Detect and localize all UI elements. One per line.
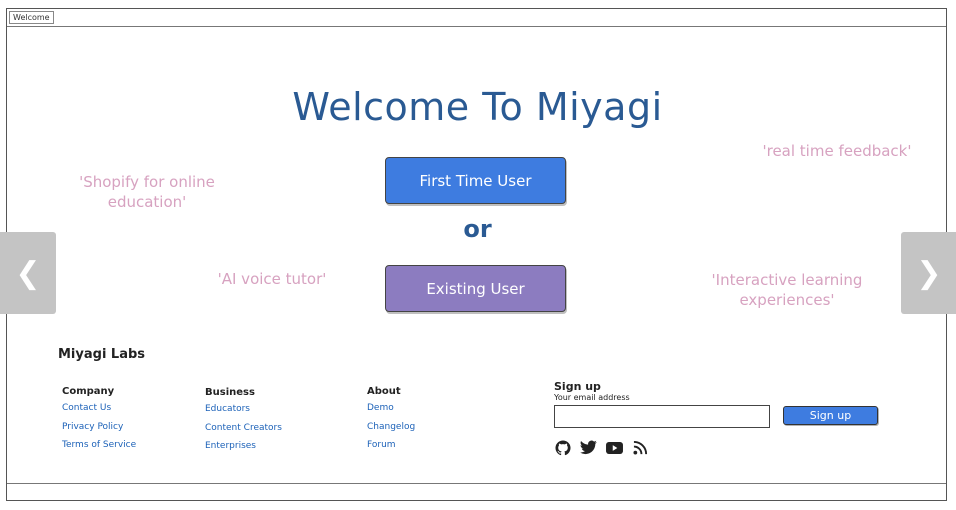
footer-column-business: Business Educators Content Creators Ente…	[205, 387, 282, 460]
existing-user-button[interactable]: Existing User	[385, 265, 566, 312]
signup-section: Sign up Your email address Sign up	[554, 380, 878, 455]
window-title-tab[interactable]: Welcome	[9, 11, 54, 24]
social-links	[554, 439, 649, 456]
footer-link-educators[interactable]: Educators	[205, 404, 282, 423]
footer-link-forum[interactable]: Forum	[367, 440, 415, 459]
signup-button[interactable]: Sign up	[783, 406, 878, 425]
footer-column-heading: About	[367, 386, 401, 397]
youtube-icon[interactable]	[606, 439, 623, 456]
footer-link-demo[interactable]: Demo	[367, 403, 415, 422]
page-title: Welcome To Miyagi	[292, 85, 663, 129]
email-field-label: Your email address	[554, 393, 630, 402]
rss-icon[interactable]	[632, 439, 649, 456]
email-field[interactable]	[554, 405, 770, 428]
footer-link-terms-of-service[interactable]: Terms of Service	[62, 440, 136, 459]
footer-link-enterprises[interactable]: Enterprises	[205, 441, 282, 460]
or-separator: or	[463, 215, 492, 243]
footer-link-changelog[interactable]: Changelog	[367, 422, 415, 441]
footer-column-heading: Business	[205, 387, 255, 398]
footer-column-about: About Demo Changelog Forum	[367, 386, 415, 459]
footer-link-privacy-policy[interactable]: Privacy Policy	[62, 422, 136, 441]
twitter-icon[interactable]	[580, 439, 597, 456]
footer-divider	[7, 483, 946, 484]
github-icon[interactable]	[554, 439, 571, 456]
quote-shopify: 'Shopify for online education'	[79, 173, 215, 211]
footer-brand: Miyagi Labs	[58, 347, 146, 362]
footer-column-heading: Company	[62, 386, 115, 397]
carousel-prev-button[interactable]: ❮	[0, 232, 56, 314]
signup-heading: Sign up	[554, 380, 601, 393]
first-time-user-button[interactable]: First Time User	[385, 157, 566, 204]
quote-ai-voice-tutor: 'AI voice tutor'	[217, 270, 327, 288]
footer-column-company: Company Contact Us Privacy Policy Terms …	[62, 386, 136, 459]
chevron-right-icon: ❯	[916, 255, 942, 291]
quote-real-time-feedback: 'real time feedback'	[762, 142, 912, 160]
footer-link-contact-us[interactable]: Contact Us	[62, 403, 136, 422]
quote-interactive-learning: 'Interactive learning experiences'	[711, 271, 863, 309]
carousel-next-button[interactable]: ❯	[901, 232, 956, 314]
browser-window: Welcome Welcome To Miyagi 'Shopify for o…	[6, 8, 947, 501]
chevron-left-icon: ❮	[15, 255, 41, 291]
footer-link-content-creators[interactable]: Content Creators	[205, 423, 282, 442]
header-divider	[7, 26, 946, 27]
